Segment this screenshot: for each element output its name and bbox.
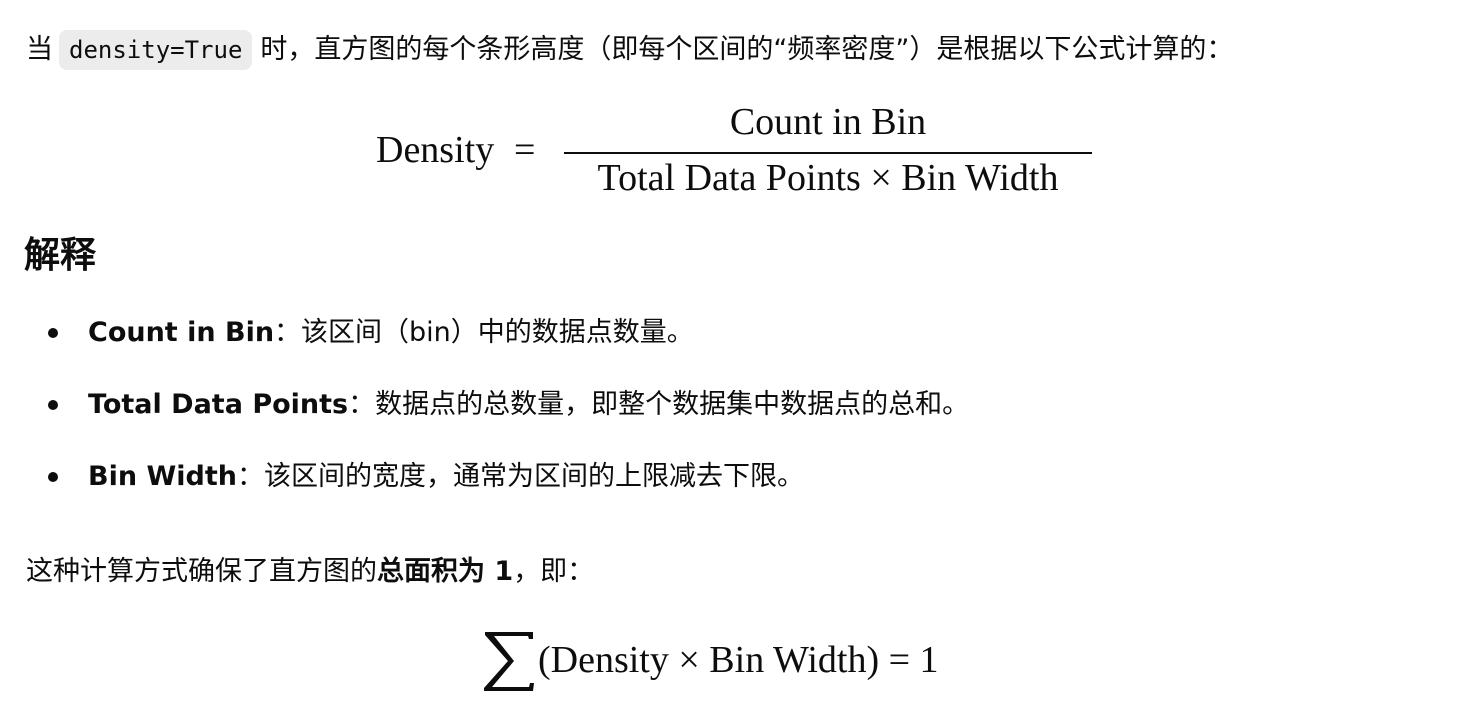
list-item: Count in Bin：该区间（bin）中的数据点数量。 <box>0 310 969 382</box>
summary-prefix: 这种计算方式确保了直方图的 <box>26 556 377 587</box>
inline-code: density=True <box>59 30 253 70</box>
list-item-desc: ：数据点的总数量，即整个数据集中数据点的总和。 <box>348 389 970 420</box>
formula-lhs: Density <box>376 129 495 171</box>
density-formula: Density = Count in Bin Total Data Points… <box>376 100 1096 200</box>
fraction-bar <box>564 152 1092 154</box>
sum-expression: (Density × Bin Width) = 1 <box>538 639 939 681</box>
bullet-icon <box>48 400 58 410</box>
list-item: Bin Width：该区间的宽度，通常为区间的上限减去下限。 <box>0 454 969 526</box>
bullet-icon <box>48 328 58 338</box>
list-item-desc: ：该区间的宽度，通常为区间的上限减去下限。 <box>236 461 804 492</box>
summation-icon <box>484 632 534 691</box>
formula-numerator: Count in Bin <box>729 101 927 143</box>
summary-bold: 总面积为 1 <box>377 556 514 587</box>
document-body: 当 density=True 时，直方图的每个条形高度（即每个区间的“频率密度”）是… <box>0 0 1474 718</box>
sum-formula: (Density × Bin Width) = 1 <box>482 630 1002 700</box>
intro-prefix: 当 <box>26 34 53 65</box>
bullet-icon <box>48 472 58 482</box>
intro-paragraph: 当 density=True 时，直方图的每个条形高度（即每个区间的“频率密度”）是… <box>26 30 1233 70</box>
section-heading: 解释 <box>24 235 97 276</box>
list-item-term: Bin Width <box>88 461 237 492</box>
list-item-desc: ：该区间（bin）中的数据点数量。 <box>274 317 694 348</box>
formula-equals: = <box>514 129 536 171</box>
explanation-list: Count in Bin：该区间（bin）中的数据点数量。 Total Data… <box>0 310 969 526</box>
formula-denominator: Total Data Points × Bin Width <box>597 157 1059 199</box>
summary-paragraph: 这种计算方式确保了直方图的总面积为 1，即： <box>26 552 594 592</box>
list-item-term: Count in Bin <box>88 317 275 348</box>
summary-suffix: ，即： <box>513 556 595 587</box>
intro-suffix: 时，直方图的每个条形高度（即每个区间的“频率密度”）是根据以下公式计算的： <box>260 34 1234 65</box>
list-item-term: Total Data Points <box>88 389 349 420</box>
list-item: Total Data Points：数据点的总数量，即整个数据集中数据点的总和。 <box>0 382 969 454</box>
